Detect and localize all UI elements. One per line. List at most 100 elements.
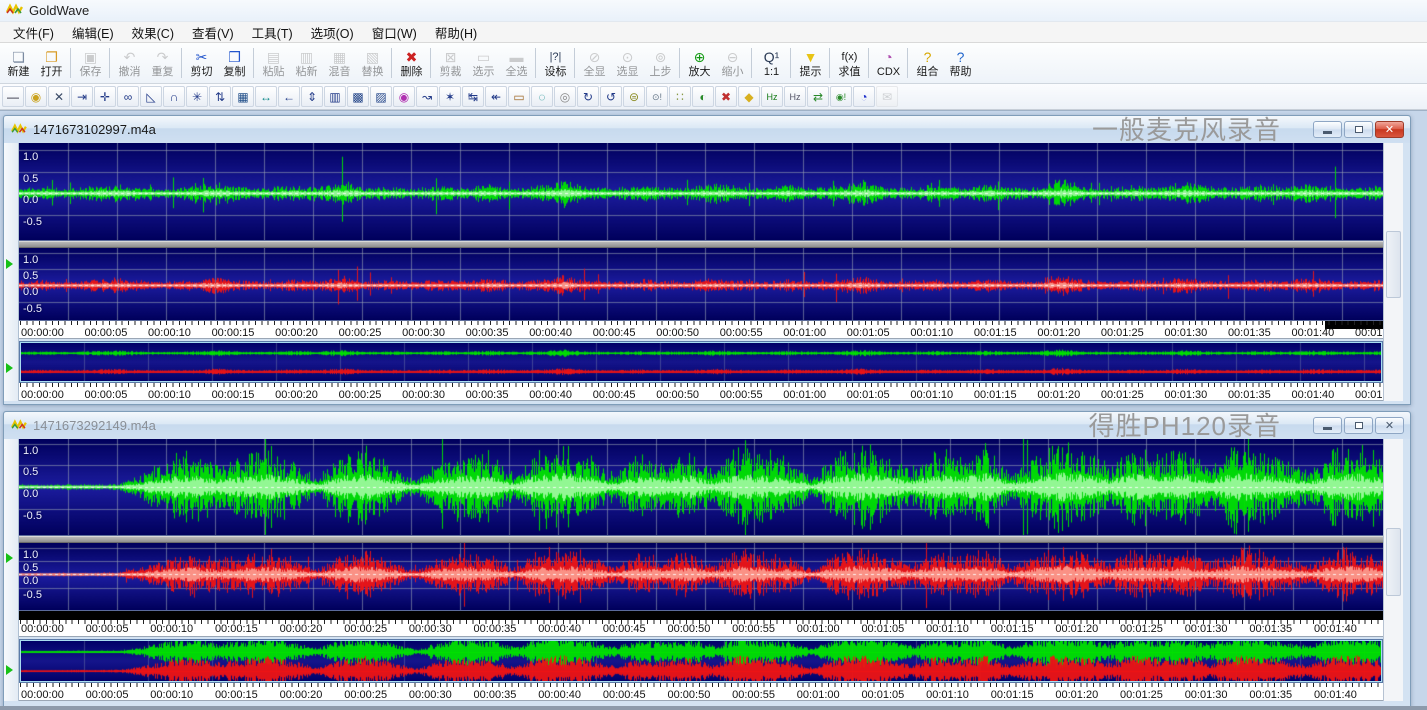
toolbar-button-label: 组合 <box>917 66 939 78</box>
fx-spectrum-eye-icon[interactable]: ◉ <box>393 86 415 107</box>
toolbar-button-label: 删除 <box>401 66 423 78</box>
restore-button[interactable] <box>1344 121 1373 138</box>
fx-collide-icon[interactable]: ↹ <box>462 86 484 107</box>
fx-steps-icon[interactable]: ↞ <box>485 86 507 107</box>
close-button[interactable]: ✕ <box>1375 121 1404 138</box>
restore-button[interactable] <box>1344 417 1373 434</box>
fx-offset-icon[interactable]: ⇅ <box>209 86 231 107</box>
menu-item-5[interactable]: 选项(O) <box>302 21 363 44</box>
right-channel-waveform[interactable] <box>19 248 1383 320</box>
overview-time-axis[interactable]: 00:00:0000:00:0500:00:1000:00:1500:00:20… <box>19 383 1383 401</box>
fx-expand-vert-icon[interactable]: ⇕ <box>301 86 323 107</box>
close-button[interactable]: ✕ <box>1375 417 1404 434</box>
fx-prism-icon[interactable]: ◆ <box>738 86 760 107</box>
overview-waveform[interactable] <box>20 640 1382 682</box>
fx-arrow-left-icon[interactable]: ← <box>278 86 300 107</box>
fx-mute-lips-icon[interactable]: ✖ <box>715 86 737 107</box>
toolbar-set-marker-button[interactable]: |?|设标 <box>539 44 572 82</box>
time-label: 00:01:40 <box>1291 327 1334 339</box>
window-titlebar[interactable]: 1471673292149.m4a 得胜PH120录音 ✕ <box>4 412 1410 439</box>
fx-stairs-icon[interactable]: ▥ <box>324 86 346 107</box>
vertical-scrollbar[interactable] <box>1383 143 1403 401</box>
toolbar-delete-button[interactable]: ✖删除 <box>395 44 428 82</box>
app-titlebar[interactable]: GoldWave <box>0 0 1427 22</box>
minimize-button[interactable] <box>1313 121 1342 138</box>
help-icon: ? <box>957 50 965 66</box>
toolbar-help-button[interactable]: ?帮助 <box>944 44 977 82</box>
left-channel-waveform[interactable] <box>19 439 1383 535</box>
menu-item-4[interactable]: 工具(T) <box>243 21 302 44</box>
fx-balance-icon[interactable]: ◐ <box>692 86 714 107</box>
fx-alert-circle-icon[interactable]: ⊙! <box>646 86 668 107</box>
fx-matrix-x-icon[interactable]: ▩ <box>347 86 369 107</box>
toolbar-zoom-1-1-button[interactable]: Q¹1:1 <box>755 44 788 82</box>
toolbar-copy-button[interactable]: ❒复制 <box>218 44 251 82</box>
fx-time-back-icon[interactable]: ↺ <box>600 86 622 107</box>
toolbar-group-button[interactable]: ?组合 <box>911 44 944 82</box>
scrollbar-thumb[interactable] <box>1386 528 1401 596</box>
previous-zoom-icon: ⊚ <box>655 50 667 66</box>
fx-swap-channels-icon[interactable]: ⇄ <box>807 86 829 107</box>
toolbar-cdx-button[interactable]: ◔CDX <box>872 44 905 82</box>
evaluate-icon: f(x) <box>842 50 858 66</box>
menu-item-0[interactable]: 文件(F) <box>4 21 63 44</box>
window-titlebar[interactable]: 1471673102997.m4a 一般麦克风录音 ✕ <box>4 116 1410 143</box>
overview-marker-icon <box>6 363 13 373</box>
fx-route-icon[interactable]: ↝ <box>416 86 438 107</box>
toolbar-new-button[interactable]: ❏新建 <box>2 44 35 82</box>
fx-clock-icon[interactable]: ◔ <box>853 86 875 107</box>
overview-time-axis[interactable]: 00:00:0000:00:0500:00:1000:00:1500:00:20… <box>19 683 1383 701</box>
fx-noise-icon[interactable]: ✶ <box>439 86 461 107</box>
vertical-scrollbar[interactable] <box>1383 439 1403 701</box>
fx-mechanize-icon[interactable]: ✳ <box>186 86 208 107</box>
right-channel-waveform[interactable] <box>19 543 1383 610</box>
menu-item-2[interactable]: 效果(C) <box>123 21 183 44</box>
app-bottom-edge <box>0 706 1427 710</box>
minimize-button[interactable] <box>1313 417 1342 434</box>
fx-knob-icon[interactable]: ◎ <box>554 86 576 107</box>
time-label: 00:01:40 <box>1291 389 1334 401</box>
menu-item-1[interactable]: 编辑(E) <box>63 21 123 44</box>
fx-pan-bar-icon[interactable]: ▭ <box>508 86 530 107</box>
overview-waveform[interactable] <box>20 342 1382 382</box>
fx-equalizer-icon[interactable]: ▦ <box>232 86 254 107</box>
fx-hz-shift-icon[interactable]: Hz <box>784 86 806 107</box>
fx-goto-end-icon[interactable]: ⇥ <box>71 86 93 107</box>
menu-item-6[interactable]: 窗口(W) <box>363 21 426 44</box>
toolbar-zoom-in-button[interactable]: ⊕放大 <box>683 44 716 82</box>
fx-lamp-icon[interactable]: ⊜ <box>623 86 645 107</box>
fx-volume-flat-icon[interactable]: — <box>2 86 24 107</box>
fx-nodes-icon[interactable]: ∷ <box>669 86 691 107</box>
fx-link-icon[interactable]: ∞ <box>117 86 139 107</box>
time-label: 00:00:30 <box>402 327 445 339</box>
toolbar-evaluate-button[interactable]: f(x)求值 <box>833 44 866 82</box>
toolbar-trim-button: ⊠剪裁 <box>434 44 467 82</box>
scrollbar-thumb[interactable] <box>1386 231 1401 298</box>
channel-separator[interactable] <box>19 536 1383 543</box>
toolbar-cut-button[interactable]: ✂剪切 <box>185 44 218 82</box>
time-axis[interactable]: 00:00:0000:00:0500:00:1000:00:1500:00:20… <box>19 611 1383 637</box>
time-label: 00:01:45 <box>1355 389 1383 401</box>
time-axis[interactable]: 00:00:0000:00:0500:00:1000:00:1500:00:20… <box>19 321 1383 339</box>
fx-time-forward-icon[interactable]: ↻ <box>577 86 599 107</box>
fx-maximize-icon[interactable]: ✛ <box>94 86 116 107</box>
fx-status-icon[interactable]: ◉! <box>830 86 852 107</box>
fx-shape-icon[interactable]: ◺ <box>140 86 162 107</box>
time-label: 00:00:05 <box>85 389 128 401</box>
fx-doppler-icon[interactable]: ∩ <box>163 86 185 107</box>
left-channel-waveform[interactable] <box>19 143 1383 240</box>
menu-item-7[interactable]: 帮助(H) <box>426 21 486 44</box>
fx-expression-icon[interactable]: ✕ <box>48 86 70 107</box>
fx-magnify-icon[interactable]: ◌ <box>531 86 553 107</box>
fx-matrix-m-icon[interactable]: ▨ <box>370 86 392 107</box>
time-label: 00:00:55 <box>732 689 775 701</box>
toolbar-hints-button[interactable]: ▼提示 <box>794 44 827 82</box>
fx-hz-play-icon[interactable]: Hz <box>761 86 783 107</box>
channel-separator[interactable] <box>19 241 1383 248</box>
toolbar-open-button[interactable]: ❐打开 <box>35 44 68 82</box>
fx-dynamics-icon[interactable]: ◉ <box>25 86 47 107</box>
fx-fit-width-icon[interactable]: ↔ <box>255 86 277 107</box>
menu-item-3[interactable]: 查看(V) <box>183 21 243 44</box>
time-label: 00:00:00 <box>21 327 64 339</box>
time-label: 00:01:15 <box>991 623 1034 635</box>
